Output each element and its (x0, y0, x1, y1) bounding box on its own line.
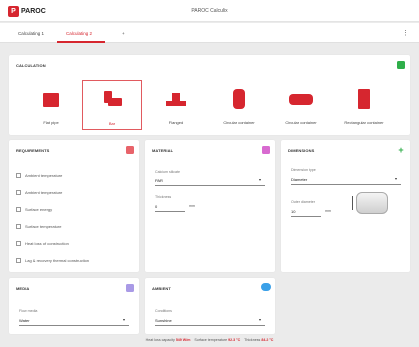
media-card: MEDIA Flow media Water ▾ (9, 278, 139, 334)
thickness-unit: mm (189, 204, 195, 208)
checkbox[interactable] (16, 258, 21, 263)
card-title: AMBIENT (152, 286, 171, 291)
checkbox[interactable] (16, 190, 21, 195)
object-label: Flat pipe (43, 120, 59, 125)
tab-calculating-1[interactable]: Calculating 1 (18, 31, 44, 36)
horizontal-tank-icon (289, 94, 313, 105)
type-label: Dimension type (291, 168, 316, 172)
diameter-label: Outer diameter (291, 200, 315, 204)
thickness-label: Thickness (155, 195, 172, 199)
add-icon[interactable]: + (397, 146, 405, 155)
ambient-card: AMBIENT Conditions Sunshine ▾ (145, 278, 275, 334)
chevron-down-icon[interactable]: ▾ (123, 317, 125, 322)
result-label: Heat loss capacity (145, 338, 175, 342)
result-value: 84.2 °C (261, 338, 274, 342)
object-label: Rectangular container (344, 120, 384, 125)
type-underline (291, 184, 401, 185)
option-label: Surface energy (25, 207, 53, 212)
diameter-input[interactable]: 10 (291, 209, 295, 214)
dimensions-card: DIMENSIONS + Dimension type Diameter ▾ O… (281, 140, 410, 272)
requirement-option[interactable]: Lag & recovery thermal construction (16, 258, 89, 263)
card-title: REQUIREMENTS (16, 148, 50, 153)
flange-icon-base (166, 101, 186, 106)
tab-bar: Calculating 1 Calculating 2 + ⋮ (0, 23, 419, 43)
material-select[interactable]: PAR (155, 178, 163, 183)
requirement-option[interactable]: Heat loss of construction (16, 241, 69, 246)
bend-icon-part (108, 98, 122, 106)
thickness-underline (155, 211, 185, 212)
app-title: PAROC Calculix (191, 8, 228, 14)
option-label: Ambient temperature (25, 190, 63, 195)
vertical-tank-icon (233, 89, 245, 109)
pipe-illustration (356, 192, 388, 214)
object-label: Flanged (168, 120, 184, 125)
dimension-marker (352, 196, 353, 210)
result-label: Thickness (244, 338, 261, 342)
media-select[interactable]: Water (19, 318, 30, 323)
clipboard-icon (126, 146, 134, 154)
option-label: Surface temperature (25, 224, 62, 229)
cloud-icon (261, 283, 271, 291)
requirement-option[interactable]: Surface energy (16, 207, 52, 212)
object-bar[interactable]: Bar (82, 80, 142, 130)
more-options-icon[interactable]: ⋮ (402, 29, 409, 37)
type-select[interactable]: Diameter (291, 177, 307, 182)
option-label: Heat loss of construction (25, 241, 69, 246)
checkbox[interactable] (16, 173, 21, 178)
object-flanged[interactable]: Flanged (146, 80, 206, 130)
ambient-label: Conditions (155, 309, 172, 313)
top-bar: P PAROC PAROC Calculix (0, 0, 419, 22)
media-label: Flow media (19, 309, 38, 313)
requirement-option[interactable]: Ambient temperature (16, 190, 62, 195)
object-label: Circular container (285, 120, 317, 125)
media-icon (126, 284, 134, 292)
calculation-object-card: CALCULATION Flat pipe Bar Flanged Circul… (9, 55, 410, 135)
chevron-down-icon[interactable]: ▾ (259, 177, 261, 182)
result-value: 549 W/m (175, 338, 191, 342)
material-icon (262, 146, 270, 154)
checkbox[interactable] (16, 241, 21, 246)
material-card: MATERIAL Calcium silicate PAR ▾ Thicknes… (145, 140, 275, 272)
option-label: Lag & recovery thermal construction (25, 258, 90, 263)
thickness-input[interactable]: 0 (155, 204, 157, 209)
rectangular-tank-icon (358, 89, 370, 109)
result-value: 92.3 °C (228, 338, 241, 342)
result-label: Surface temperature (194, 338, 228, 342)
requirements-card: REQUIREMENTS Ambient temperature Ambient… (9, 140, 139, 272)
tab-calculating-2[interactable]: Calculating 2 (66, 31, 92, 36)
checkbox[interactable] (16, 207, 21, 212)
object-label: Bar (108, 121, 116, 126)
option-label: Ambient temperature (25, 173, 63, 178)
card-title: CALCULATION (16, 63, 46, 68)
card-title: DIMENSIONS (288, 148, 315, 153)
ambient-select[interactable]: Sunshine (155, 318, 172, 323)
object-rectangular-container[interactable]: Rectangular container (334, 80, 394, 130)
ambient-underline (155, 325, 265, 326)
media-underline (19, 325, 129, 326)
results-footer: Heat loss capacity 549 W/m Surface tempe… (0, 338, 419, 342)
confirm-icon (397, 61, 405, 69)
requirement-option[interactable]: Surface temperature (16, 224, 61, 229)
object-circular-container-1[interactable]: Circular container (209, 80, 269, 130)
object-label: Circular container (223, 120, 255, 125)
object-circular-container-2[interactable]: Circular container (271, 80, 331, 130)
object-flat-pipe[interactable]: Flat pipe (21, 80, 81, 130)
requirement-option[interactable]: Ambient temperature (16, 173, 62, 178)
diameter-underline (291, 216, 321, 217)
material-label: Calcium silicate (155, 170, 180, 174)
active-tab-indicator (57, 41, 105, 43)
card-title: MEDIA (16, 286, 30, 291)
diameter-unit: mm (325, 209, 331, 213)
flat-pipe-icon (43, 93, 59, 107)
tab-add[interactable]: + (122, 31, 125, 36)
chevron-down-icon[interactable]: ▾ (259, 317, 261, 322)
material-underline (155, 185, 265, 186)
card-title: MATERIAL (152, 148, 174, 153)
chevron-down-icon[interactable]: ▾ (395, 176, 397, 181)
checkbox[interactable] (16, 224, 21, 229)
